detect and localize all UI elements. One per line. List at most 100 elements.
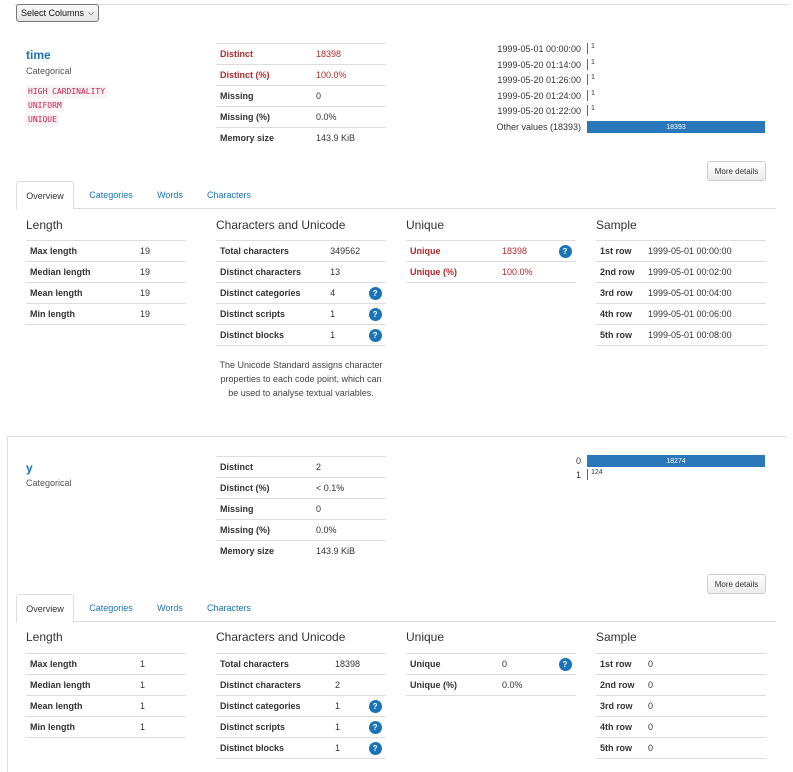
freq-label: 1999-05-01 00:00:00 [497,44,581,54]
unique-table: Unique 18398? Unique (%) 100.0% [406,240,576,283]
stats-key: Memory size [216,540,312,562]
more-details-button[interactable]: More details [707,574,766,594]
unicode-value: 1 [331,716,365,738]
freq-count: 124 [591,469,603,476]
help-cell [744,282,766,304]
unique-row: Unique 0? [406,653,576,675]
stats-key: Distinct (%) [216,477,312,499]
tab-characters[interactable]: Characters [196,594,262,622]
help-cell [364,674,386,696]
length-key: Min length [26,716,136,738]
tab-words[interactable]: Words [146,181,194,209]
length-row: Max length 1 [26,653,186,675]
unique-key: Unique [406,240,498,262]
variable-type: Categorical [26,66,72,76]
details-tabs: Overview Categories Words Characters [16,181,776,210]
freq-count: 1 [591,43,595,50]
help-icon[interactable]: ? [558,244,572,258]
sample-row: 4th row 0 [596,716,766,738]
help-icon[interactable]: ? [368,699,382,713]
unicode-key: Total characters [216,653,331,675]
length-key: Mean length [26,282,136,304]
help-cell [744,737,766,759]
length-row: Mean length 19 [26,282,186,304]
freq-label: 1999-05-20 01:14:00 [497,59,581,70]
unicode-row: Distinct characters 2 [216,674,386,696]
freq-label: 1999-05-20 01:26:00 [497,75,581,86]
length-row: Min length 1 [26,716,186,738]
help-icon[interactable]: ? [368,286,382,300]
variable-type: Categorical [26,478,72,488]
section-title-unique: Unique [406,218,445,232]
unicode-table: Total characters 349562 Distinct character… [216,240,386,346]
help-cell: ? [364,695,386,717]
length-key: Median length [26,674,136,696]
sample-value: 1999-05-01 00:06:00 [644,303,744,325]
length-value: 19 [136,282,164,304]
tab-characters[interactable]: Characters [196,181,262,209]
freq-label: 1999-05-20 01:24:00 [497,90,581,101]
stats-row: Missing 0 [216,498,386,520]
stats-row: Distinct 18398 [216,43,386,65]
freq-bar [587,74,588,86]
section-title-length: Length [26,218,63,232]
unicode-table: Total characters 18398 Distinct characters… [216,653,386,759]
select-columns-dropdown[interactable]: Select Columns ⌵ [16,4,100,22]
unique-value: 0.0% [498,674,554,696]
help-icon[interactable]: ? [558,657,572,671]
unicode-key: Distinct characters [216,261,327,283]
variable-name[interactable]: time [26,48,51,62]
unicode-key: Distinct characters [216,674,331,696]
help-icon[interactable]: ? [368,328,382,342]
variable-divider [7,436,787,437]
freq-bar [587,105,588,117]
unique-row: Unique 18398? [406,240,576,262]
sample-row: 3rd row 0 [596,695,766,717]
help-cell [164,695,186,717]
stats-key: Distinct (%) [216,64,312,86]
stats-key: Distinct [216,43,312,65]
length-value: 1 [136,674,164,696]
help-icon[interactable]: ? [368,741,382,755]
unique-key: Unique [406,653,498,675]
tab-words[interactable]: Words [146,594,194,622]
length-table: Max length 1 Median length 1 Mean length 1 Min… [26,653,186,738]
stats-row: Distinct (%) 100.0% [216,64,386,86]
alert-badge: HIGH CARDINALITY [26,86,108,98]
stats-value: 2 [312,456,386,478]
help-icon[interactable]: ? [368,720,382,734]
variable-left-border [7,436,8,772]
help-cell [744,324,766,346]
help-cell [164,240,186,262]
unicode-key: Distinct scripts [216,303,327,325]
more-details-button[interactable]: More details [707,161,766,181]
length-key: Max length [26,240,136,262]
stats-value: 143.9 KiB [312,540,386,562]
tab-overview[interactable]: Overview [16,594,74,623]
unicode-key: Distinct categories [216,282,327,304]
variable-name[interactable]: y [26,461,33,475]
section-title-sample: Sample [596,218,637,232]
length-key: Max length [26,653,136,675]
tab-categories[interactable]: Categories [76,594,146,622]
unicode-key: Distinct blocks [216,737,331,759]
sample-table: 1st row 0 2nd row 0 3rd row 0 4th row 0 5th row 0 [596,653,766,759]
sample-key: 3rd row [596,695,644,717]
stats-key: Distinct [216,456,312,478]
help-cell [164,282,186,304]
help-icon[interactable]: ? [368,307,382,321]
unicode-value: 1 [326,324,365,346]
help-cell: ? [554,653,576,675]
tab-categories[interactable]: Categories [76,181,146,209]
chevron-down-icon: ⌵ [88,8,95,17]
unicode-value: 1 [331,695,365,717]
sample-value: 1999-05-01 00:00:00 [644,240,744,262]
length-row: Max length 19 [26,240,186,262]
unicode-key: Distinct scripts [216,716,331,738]
tab-overview[interactable]: Overview [16,181,74,210]
unicode-row: Distinct scripts 1? [216,716,386,738]
unique-key: Unique (%) [406,674,498,696]
freq-label: 0 [575,456,581,466]
details-tabs: Overview Categories Words Characters [16,594,776,623]
unicode-key: Distinct categories [216,695,331,717]
